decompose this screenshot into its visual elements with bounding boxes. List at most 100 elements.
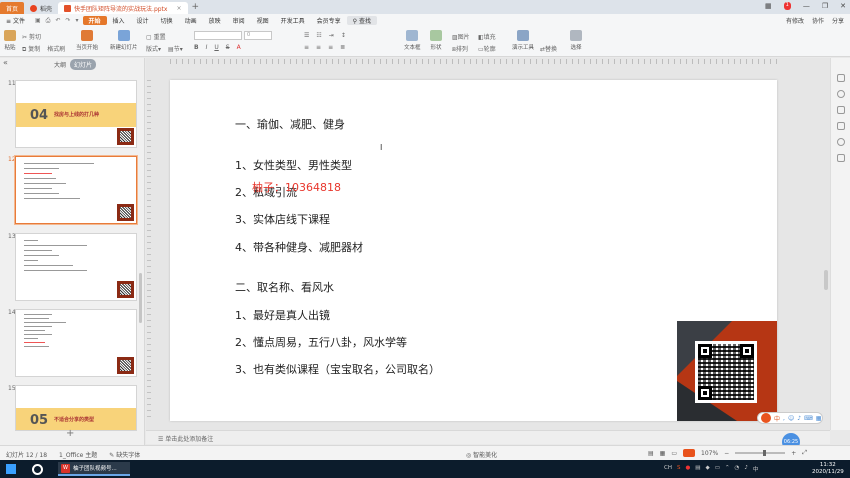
share-button[interactable]: 分享 — [832, 16, 844, 25]
present-tools-button[interactable]: 演示工具 — [512, 30, 534, 51]
system-clock[interactable]: 11:32 2020/11/29 — [812, 462, 844, 476]
tray-wifi-icon[interactable]: ◔ — [735, 465, 740, 473]
paste-button[interactable]: 粘贴 — [4, 30, 16, 51]
ime-emoji-icon[interactable]: ☺ — [788, 415, 794, 422]
slide-item[interactable]: 3、也有类似课程（宝宝取名，公司取名） — [235, 361, 440, 377]
language-indicator[interactable]: CH — [664, 465, 672, 473]
add-slide-button[interactable]: + — [66, 428, 74, 439]
ime-toolbar[interactable]: 中 , ☺ ♪ ⌨ ▦ — [757, 412, 823, 424]
copy-button[interactable]: ⧉ 复制 — [22, 44, 40, 54]
zoom-slider[interactable] — [735, 450, 786, 456]
taskbar-wps-app[interactable]: W 柚子团队视频号... — [58, 462, 130, 476]
tab-outline[interactable]: 大纲 — [54, 60, 66, 69]
arrange-button[interactable]: ⧈排列 — [452, 44, 468, 54]
zoom-in-icon[interactable]: + — [791, 450, 796, 457]
missing-font-button[interactable]: ✎ 缺失字体 — [109, 450, 140, 459]
windows-start-icon[interactable] — [6, 464, 16, 474]
italic-button[interactable]: I — [206, 44, 208, 51]
bulb-icon[interactable] — [837, 138, 845, 146]
strikethrough-button[interactable]: S — [226, 44, 230, 51]
menu-design[interactable]: 设计 — [131, 16, 155, 25]
text-box-button[interactable]: 文本框 — [404, 30, 421, 51]
font-size-input[interactable]: 0 — [244, 31, 272, 40]
fit-window-icon[interactable]: ⤢ — [802, 449, 807, 457]
undo-icon[interactable]: ↶ — [55, 17, 60, 25]
slide-item[interactable]: 1、女性类型、男性类型 — [235, 157, 352, 173]
ime-keyboard-icon[interactable]: ⌨ — [804, 415, 813, 422]
tab-slides[interactable]: 幻灯片 — [70, 59, 97, 70]
indent-icon[interactable]: ⇥ — [329, 32, 334, 39]
numbering-icon[interactable]: ☷ — [316, 32, 321, 39]
align-left-icon[interactable]: ≡ — [304, 44, 309, 51]
align-center-icon[interactable]: ≡ — [316, 44, 321, 51]
theme-name[interactable]: 1_Office 主题 — [59, 450, 97, 459]
tab-docer[interactable]: 稻壳 — [24, 2, 58, 14]
edit-scrollbar[interactable] — [824, 270, 828, 290]
shape-button[interactable]: 形状 — [430, 30, 442, 51]
font-color-icon[interactable]: A — [237, 44, 241, 51]
tray-volume-icon[interactable]: ♪ — [744, 465, 748, 473]
qr-code-image[interactable] — [695, 341, 757, 403]
justify-icon[interactable]: ≣ — [340, 44, 345, 51]
tray-network-icon[interactable]: ▤ — [695, 465, 700, 473]
tray-ime-icon[interactable]: 中 — [753, 465, 759, 473]
collapse-panel-icon[interactable]: « — [3, 58, 8, 67]
menu-insert[interactable]: 插入 — [107, 16, 131, 25]
collaborate-button[interactable]: 协作 — [812, 16, 824, 25]
tab-document[interactable]: 快手团队矩阵导流的实战玩法.pptx × — [58, 2, 188, 14]
slide-heading-2[interactable]: 二、取名称、看风水 — [235, 279, 334, 295]
new-slide-button[interactable]: 新建幻灯片 — [110, 30, 138, 51]
tray-shield-icon[interactable]: ◆ — [706, 465, 710, 473]
menu-member[interactable]: 会员专享 — [311, 16, 347, 25]
maximize-icon[interactable]: ❐ — [822, 2, 828, 10]
tray-display-icon[interactable]: ▭ — [715, 465, 720, 473]
menu-view[interactable]: 视图 — [251, 16, 275, 25]
normal-view-icon[interactable]: ▤ — [648, 450, 654, 457]
slide-item[interactable]: 3、实体店线下课程 — [235, 211, 330, 227]
beautify-button[interactable]: ◎ 智能美化 — [466, 450, 497, 459]
fill-button[interactable]: ◧填充 — [478, 32, 496, 41]
close-window-icon[interactable]: ✕ — [840, 2, 846, 10]
ime-mode-label[interactable]: 中 — [774, 414, 780, 423]
slide-heading-1[interactable]: 一、瑜伽、减肥、健身 — [235, 116, 345, 132]
slide-item[interactable]: 4、带各种健身、减肥器材 — [235, 239, 363, 255]
tray-app-icon[interactable]: ● — [685, 465, 690, 473]
slideshow-play-icon[interactable] — [683, 449, 696, 457]
ime-skin-icon[interactable]: ▦ — [816, 415, 822, 422]
slide-start-button[interactable]: 当页开始 — [76, 30, 98, 51]
sorter-view-icon[interactable]: ▦ — [660, 450, 666, 457]
panel-scrollbar[interactable] — [139, 273, 142, 323]
redo-icon[interactable]: ↷ — [65, 17, 70, 25]
ime-mic-icon[interactable]: ♪ — [797, 415, 801, 422]
style-icon[interactable] — [837, 122, 845, 130]
modified-status[interactable]: 有修改 — [786, 16, 804, 25]
minimize-icon[interactable]: — — [803, 2, 810, 10]
bullets-icon[interactable]: ☰ — [304, 32, 309, 39]
tray-sogou-icon[interactable]: S — [677, 465, 681, 473]
font-name-input[interactable] — [194, 31, 242, 40]
picture-button[interactable]: ▨图片 — [452, 32, 470, 41]
slide-item[interactable]: 1、最好是真人出镜 — [235, 307, 330, 323]
cursor-icon[interactable] — [837, 106, 845, 114]
search-icon[interactable] — [32, 464, 43, 475]
menu-animation[interactable]: 动画 — [179, 16, 203, 25]
save-icon[interactable]: ▣ — [35, 17, 41, 25]
notes-pane[interactable]: ☰ 单击此处添加备注 — [146, 430, 830, 444]
zoom-out-icon[interactable]: − — [724, 450, 729, 457]
replace-button[interactable]: ⇄替换 — [540, 44, 557, 53]
slide-item[interactable]: 2、懂点周易，五行八卦，风水学等 — [235, 334, 407, 350]
settings-icon[interactable] — [837, 154, 845, 162]
close-tab-icon[interactable]: × — [176, 5, 181, 12]
slide-canvas[interactable]: 一、瑜伽、减肥、健身 1、女性类型、男性类型 2、私域引流 柚子：1036481… — [170, 80, 777, 421]
print-icon[interactable]: ⎙ — [46, 17, 51, 25]
reset-button[interactable]: ▢ 重置 — [146, 32, 166, 41]
tab-home[interactable]: 首页 — [0, 2, 25, 14]
bold-button[interactable]: B — [194, 44, 199, 51]
tray-chevron-icon[interactable]: ⌃ — [725, 465, 730, 473]
menu-developer[interactable]: 开发工具 — [275, 16, 311, 25]
section-button[interactable]: ▤节▾ — [168, 44, 183, 53]
select-button[interactable]: 选择 — [570, 30, 582, 51]
zoom-level[interactable]: 107% — [701, 450, 718, 457]
align-right-icon[interactable]: ≡ — [328, 44, 333, 51]
property-icon[interactable] — [837, 74, 845, 82]
